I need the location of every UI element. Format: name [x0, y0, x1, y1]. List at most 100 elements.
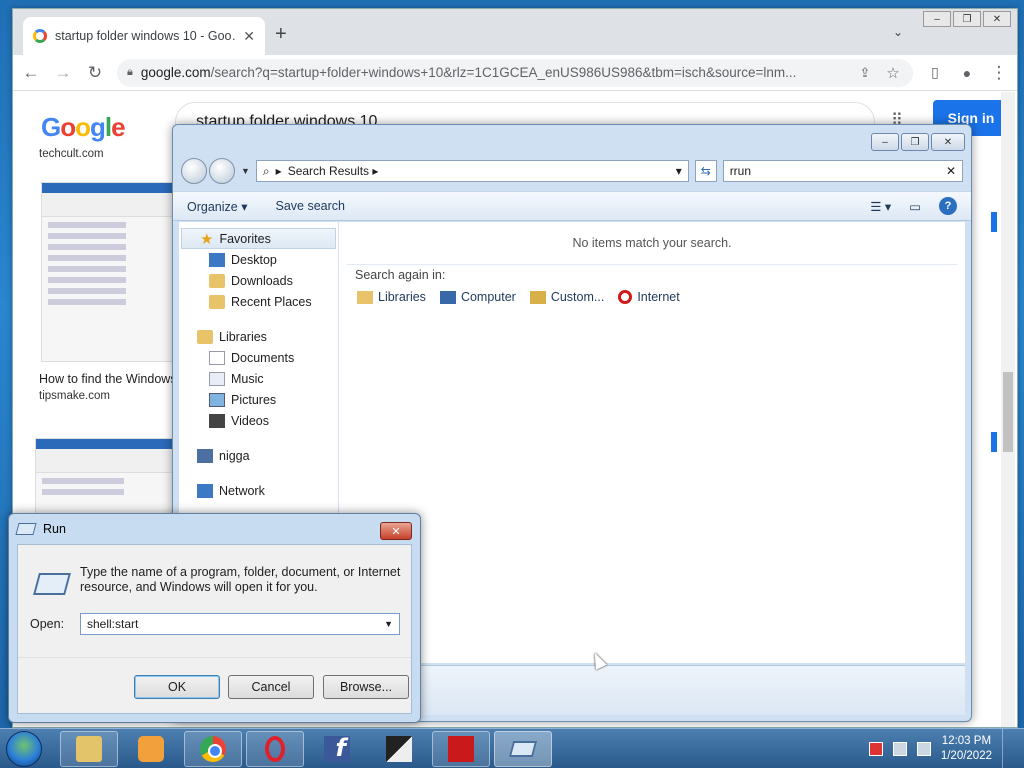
nav-videos[interactable]: Videos [179, 410, 338, 431]
menu-icon[interactable]: ⋮ [989, 63, 1009, 83]
open-combobox[interactable]: shell:start ▼ [80, 613, 400, 635]
ok-button[interactable]: OK [134, 675, 220, 699]
taskbar-chrome[interactable] [184, 731, 242, 767]
link-label: Libraries [378, 290, 426, 304]
save-search-button[interactable]: Save search [275, 199, 344, 213]
result-source[interactable]: techcult.com [39, 148, 104, 160]
explorer-window-controls: – ❐ ✕ [871, 133, 965, 151]
result-thumbnail[interactable] [41, 182, 173, 362]
network-icon[interactable] [892, 742, 907, 756]
nav-libraries[interactable]: Libraries [179, 326, 338, 347]
lock-icon[interactable]: 🔒︎ [127, 66, 133, 79]
reload-icon[interactable]: ↻ [85, 63, 105, 83]
nav-music[interactable]: Music [179, 368, 338, 389]
explorer-title-bar[interactable]: – ❐ ✕ [173, 125, 971, 155]
result-source[interactable]: tipsmake.com [39, 390, 110, 402]
nav-recent-places[interactable]: Recent Places [179, 291, 338, 312]
run-title-bar[interactable]: Run [9, 514, 420, 544]
back-button[interactable] [181, 158, 207, 184]
help-icon[interactable]: ? [939, 197, 957, 215]
address-bar[interactable]: 🔒︎ google.com/search?q=startup+folder+wi… [117, 58, 913, 87]
minimize-button[interactable]: – [923, 11, 951, 27]
forward-icon[interactable]: → [53, 63, 73, 83]
profile-icon[interactable]: ● [957, 65, 977, 81]
taskbar: f 12:03 PM 1/20/2022 [0, 728, 1024, 768]
breadcrumb[interactable]: Search Results ▸ [288, 164, 670, 178]
organize-label: Organize [187, 199, 238, 214]
nav-label: Videos [231, 413, 269, 428]
breadcrumb-item[interactable]: Search Results [288, 164, 369, 178]
clear-search-icon[interactable]: ✕ [946, 164, 956, 178]
minimize-button[interactable]: – [871, 133, 899, 151]
volume-icon[interactable] [916, 742, 931, 756]
user-folder-icon [197, 448, 213, 463]
taskbar-opera[interactable] [246, 731, 304, 767]
start-button[interactable] [6, 731, 42, 767]
nav-label: Desktop [231, 252, 277, 267]
search-again-libraries[interactable]: Libraries [357, 290, 426, 304]
link-label: Computer [460, 290, 516, 304]
close-button[interactable]: ✕ [931, 133, 965, 151]
explorer-search-input[interactable]: rrun ✕ [722, 160, 964, 182]
nav-documents[interactable]: Documents [179, 347, 338, 368]
explorer-address-bar[interactable]: ⌕ ▸ Search Results ▸ ▾ [255, 160, 689, 182]
maximize-button[interactable]: ❐ [953, 11, 981, 27]
star-icon: ★ [200, 230, 214, 248]
breadcrumb-arrow-icon[interactable]: ▸ [276, 164, 282, 178]
preview-pane-icon[interactable]: ▭ [909, 199, 921, 214]
browse-button[interactable]: Browse... [323, 675, 409, 699]
taskbar-run[interactable] [494, 731, 552, 767]
recent-pages-dropdown[interactable]: ▼ [241, 166, 250, 176]
taskbar-security[interactable] [370, 731, 428, 767]
back-icon[interactable]: ← [21, 63, 41, 83]
view-options-icon[interactable]: ☰ ▾ [870, 199, 891, 214]
search-icon: ⌕ [262, 163, 270, 178]
nav-label: Favorites [219, 231, 271, 246]
google-logo[interactable]: Google [41, 112, 126, 143]
page-scrollbar[interactable] [1001, 92, 1015, 727]
refresh-button[interactable]: ⇆ [694, 160, 717, 182]
close-tab-icon[interactable]: ✕ [243, 28, 255, 45]
close-button[interactable]: ✕ [380, 522, 412, 540]
address-dropdown-icon[interactable]: ▾ [676, 164, 682, 178]
nav-user[interactable]: nigga [179, 445, 338, 466]
search-again-internet[interactable]: Internet [618, 290, 680, 304]
sidepanel-icon[interactable]: ▯ [925, 64, 945, 81]
nav-downloads[interactable]: Downloads [179, 270, 338, 291]
divider [347, 264, 957, 265]
close-button[interactable]: ✕ [983, 11, 1011, 27]
cancel-button[interactable]: Cancel [228, 675, 314, 699]
maximize-button[interactable]: ❐ [901, 133, 929, 151]
forward-button[interactable] [209, 158, 235, 184]
clock[interactable]: 12:03 PM 1/20/2022 [941, 734, 992, 764]
nav-network[interactable]: Network [179, 480, 338, 501]
star-icon[interactable]: ☆ [883, 64, 903, 82]
share-icon[interactable]: ⇪ [855, 65, 875, 81]
taskbar-media-player[interactable] [122, 731, 180, 767]
command-bar: Organize ▾ Save search ☰ ▾ ▭ ? [173, 191, 971, 221]
browser-tab[interactable]: startup folder windows 10 - Goo… ✕ [23, 17, 265, 55]
chevron-down-icon[interactable]: ⌄ [893, 25, 903, 39]
nav-pictures[interactable]: Pictures [179, 389, 338, 410]
taskbar-explorer[interactable] [60, 731, 118, 767]
new-tab-icon[interactable]: + [275, 23, 287, 46]
open-label: Open: [30, 617, 65, 631]
nav-desktop[interactable]: Desktop [179, 249, 338, 270]
show-desktop-button[interactable] [1002, 729, 1016, 768]
taskbar-facebook[interactable]: f [308, 731, 366, 767]
nav-favorites[interactable]: ★ Favorites [181, 228, 336, 249]
dropdown-arrow-icon[interactable]: ▼ [384, 619, 393, 629]
no-items-message: No items match your search. [572, 236, 732, 250]
open-value: shell:start [87, 617, 139, 631]
search-again-custom[interactable]: Custom... [529, 290, 604, 304]
organize-button[interactable]: Organize ▾ [187, 199, 247, 214]
chrome-window-controls: – ❐ ✕ [923, 11, 1011, 27]
action-center-icon[interactable] [868, 742, 883, 756]
libraries-icon [197, 329, 213, 344]
result-title[interactable]: How to find the Windows [39, 372, 177, 386]
taskbar-amd[interactable] [432, 731, 490, 767]
nav-label: Libraries [219, 329, 267, 344]
music-icon [209, 371, 225, 386]
link-label: Internet [637, 290, 680, 304]
search-again-computer[interactable]: Computer [439, 290, 516, 304]
